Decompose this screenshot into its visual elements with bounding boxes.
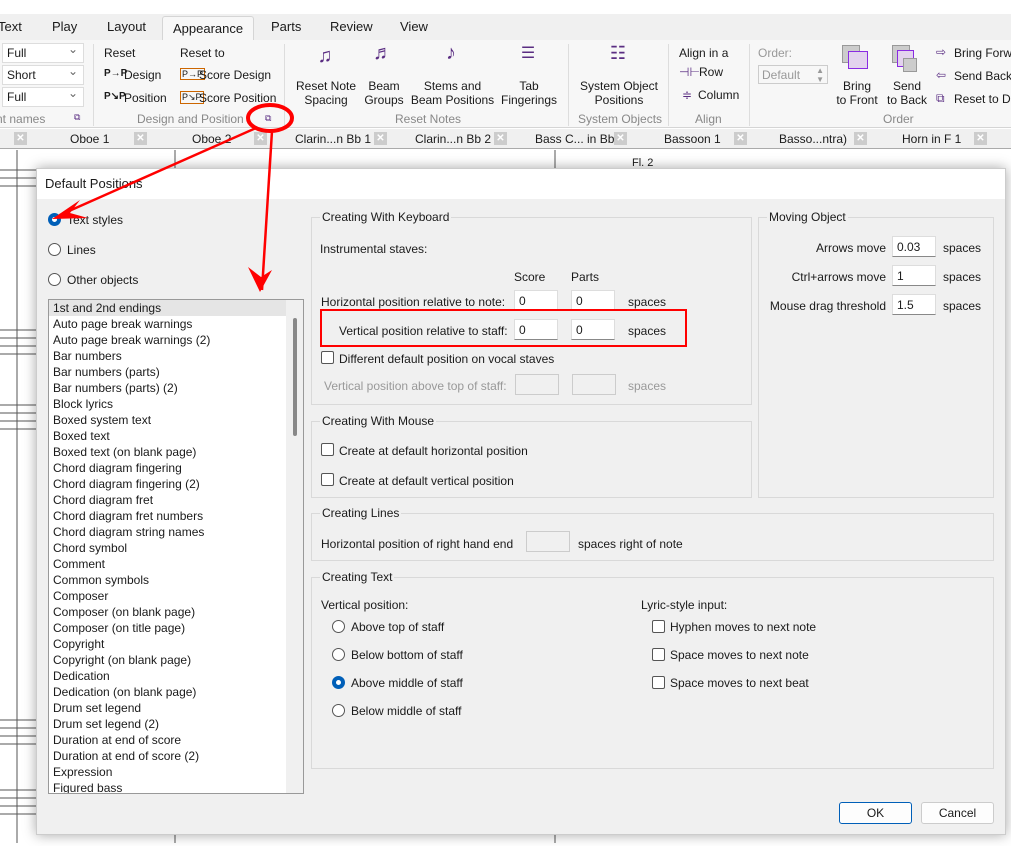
highlight-rectangle xyxy=(320,309,687,347)
red-annotations xyxy=(52,103,687,347)
arrow-line-to-radio xyxy=(59,126,257,217)
arrowhead-icon xyxy=(248,267,272,292)
arrowhead-icon xyxy=(52,200,88,219)
highlight-circle xyxy=(246,103,294,133)
arrow-line-to-list xyxy=(260,130,274,291)
